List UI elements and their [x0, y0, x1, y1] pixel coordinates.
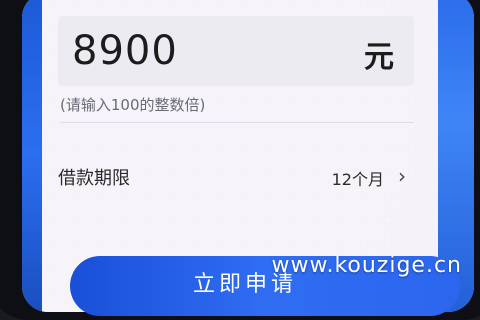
- watermark: www.kouzige.cn: [271, 253, 462, 278]
- loan-term-selector[interactable]: 借款期限 12个月 ›: [58, 148, 414, 208]
- loan-amount-input[interactable]: 8900 元: [58, 16, 414, 86]
- loan-term-label: 借款期限: [58, 168, 130, 189]
- amount-hint: (请输入100的整数倍): [60, 96, 206, 114]
- loan-term-value: 12个月: [331, 170, 384, 189]
- loan-amount-value: 8900: [72, 28, 178, 74]
- currency-label: 元: [364, 40, 394, 75]
- divider: [60, 122, 414, 123]
- chevron-right-icon: ›: [398, 164, 406, 188]
- left-blue-background: [22, 0, 42, 312]
